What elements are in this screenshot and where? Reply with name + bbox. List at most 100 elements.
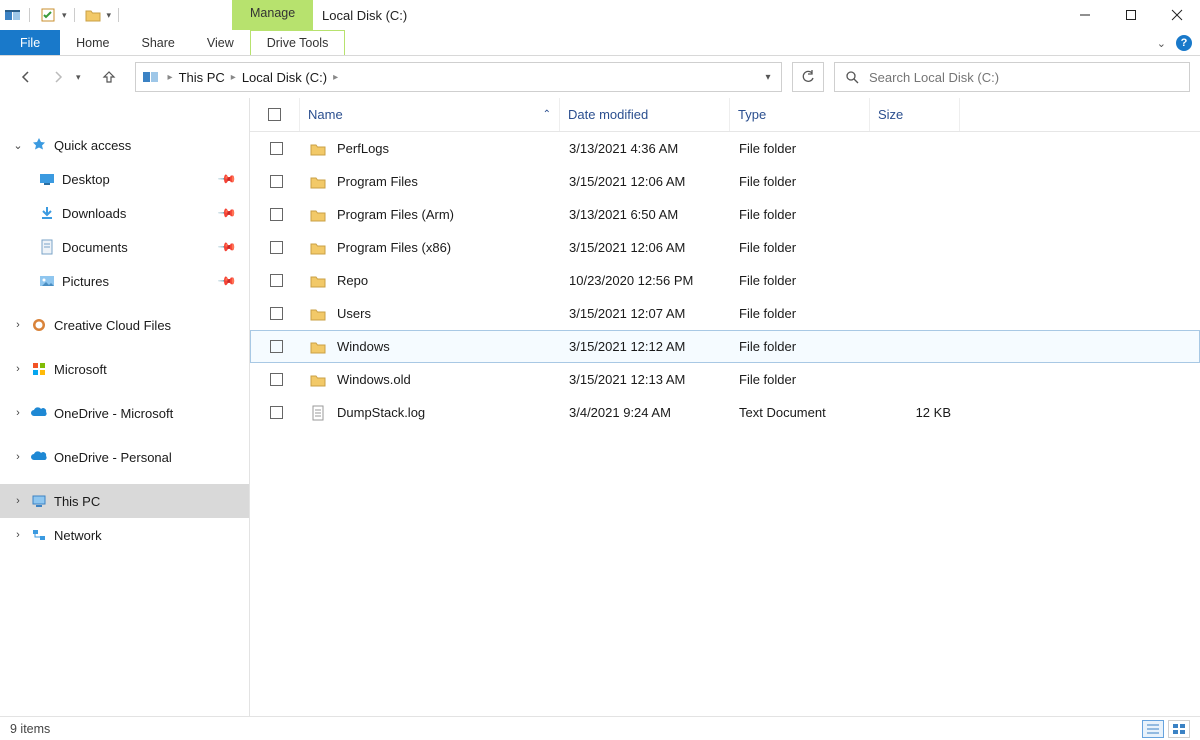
separator [74,8,75,22]
chevron-down-icon[interactable]: ▾ [62,10,67,21]
row-checkbox[interactable] [270,340,283,353]
address-bar[interactable]: ▸ This PC ▸ Local Disk (C:) ▸ ▾ [135,62,782,92]
file-name: Program Files (Arm) [337,207,454,222]
breadcrumb-separator[interactable]: ▸ [331,72,340,83]
row-checkbox[interactable] [270,373,283,386]
row-checkbox[interactable] [270,142,283,155]
file-type: File folder [731,207,871,222]
minimize-button[interactable] [1062,0,1108,30]
pc-icon [30,494,48,508]
search-input[interactable] [869,70,1189,85]
onedrive-icon [30,451,48,463]
manage-contextual-tab[interactable]: Manage [232,0,313,30]
column-date[interactable]: Date modified [560,98,730,131]
chevron-down-icon[interactable]: ▾ [107,10,112,21]
search-box[interactable] [834,62,1190,92]
chevron-down-icon[interactable]: ⌄ [12,139,24,152]
tree-quick-access[interactable]: ⌄ Quick access [0,128,249,162]
chevron-right-icon[interactable]: › [12,529,24,541]
tree-label: Desktop [62,172,110,187]
file-date: 3/15/2021 12:06 AM [561,240,731,255]
app-icon [4,6,22,24]
breadcrumb-localdisk[interactable]: Local Disk (C:) [238,70,331,85]
tree-item-pictures[interactable]: Pictures📌 [0,264,249,298]
table-row[interactable]: Program Files (Arm) 3/13/2021 6:50 AMFile… [250,198,1200,231]
tree-item-this-pc[interactable]: ›This PC [0,484,249,518]
chevron-right-icon[interactable]: › [12,363,24,375]
up-button[interactable] [95,63,123,91]
table-row[interactable]: Program Files (x86)3/15/2021 12:06 AMFil… [250,231,1200,264]
ribbon-tab-view[interactable]: View [191,30,250,55]
ribbon-tab-share[interactable]: Share [126,30,191,55]
folder-icon [309,206,327,224]
table-row[interactable]: Windows3/15/2021 12:12 AMFile folder [250,330,1200,363]
file-type: File folder [731,141,871,156]
row-checkbox[interactable] [270,274,283,287]
view-details-button[interactable] [1142,720,1164,738]
table-row[interactable]: Windows.old3/15/2021 12:13 AMFile folder [250,363,1200,396]
qat-newfolder-button[interactable] [82,4,104,26]
star-icon [30,137,48,153]
tree-item-documents[interactable]: Documents📌 [0,230,249,264]
file-name: Users [337,306,371,321]
chevron-right-icon[interactable]: › [12,451,24,463]
tree-item-downloads[interactable]: Downloads📌 [0,196,249,230]
ribbon-tab-home[interactable]: Home [60,30,125,55]
row-checkbox[interactable] [270,208,283,221]
refresh-button[interactable] [792,62,824,92]
file-date: 3/4/2021 9:24 AM [561,405,731,420]
breadcrumb-thispc[interactable]: This PC [175,70,229,85]
column-name[interactable]: Name ⌃ [300,98,560,131]
file-date: 3/13/2021 6:50 AM [561,207,731,222]
tree-item-microsoft[interactable]: ›Microsoft [0,352,249,386]
status-bar: 9 items [0,716,1200,740]
expand-ribbon-icon[interactable]: ⌄ [1157,37,1166,50]
ribbon-tab-drivetools[interactable]: Drive Tools [250,30,346,55]
maximize-button[interactable] [1108,0,1154,30]
chevron-right-icon[interactable]: › [12,319,24,331]
file-name: Windows.old [337,372,411,387]
column-checkbox[interactable] [250,98,300,131]
pin-icon: 📌 [217,237,237,257]
row-checkbox[interactable] [270,241,283,254]
row-checkbox[interactable] [270,307,283,320]
column-type[interactable]: Type [730,98,870,131]
file-name: PerfLogs [337,141,389,156]
row-checkbox[interactable] [270,175,283,188]
table-row[interactable]: Users3/15/2021 12:07 AMFile folder [250,297,1200,330]
folder-icon [309,305,327,323]
tree-item-onedrive-personal[interactable]: ›OneDrive - Personal [0,440,249,474]
tree-item-desktop[interactable]: Desktop📌 [0,162,249,196]
view-thumbnails-button[interactable] [1168,720,1190,738]
file-name: Repo [337,273,368,288]
folder-icon [309,338,327,356]
chevron-right-icon[interactable]: › [12,407,24,419]
tree-label: OneDrive - Microsoft [54,406,173,421]
back-button[interactable] [12,63,40,91]
address-dropdown[interactable]: ▾ [755,63,781,91]
folder-icon [309,140,327,158]
ribbon: File Home Share View Drive Tools ⌄ ? [0,30,1200,56]
tree-item-onedrive-microsoft[interactable]: › OneDrive - Microsoft [0,396,249,430]
main-area: ⌄ Quick access Desktop📌Downloads📌Documen… [0,98,1200,716]
file-date: 10/23/2020 12:56 PM [561,273,731,288]
help-button[interactable]: ? [1176,35,1192,51]
navigation-pane[interactable]: ⌄ Quick access Desktop📌Downloads📌Documen… [0,98,250,716]
breadcrumb-separator[interactable]: ▸ [229,72,238,83]
tree-item-network[interactable]: ›Network [0,518,249,552]
table-row[interactable]: Repo10/23/2020 12:56 PMFile folder [250,264,1200,297]
recent-dropdown[interactable]: ▾ [76,72,81,83]
table-row[interactable]: DumpStack.log3/4/2021 9:24 AMText Docume… [250,396,1200,429]
column-size[interactable]: Size [870,98,960,131]
table-row[interactable]: PerfLogs3/13/2021 4:36 AMFile folder [250,132,1200,165]
row-checkbox[interactable] [270,406,283,419]
qat-properties-button[interactable] [37,4,59,26]
chevron-right-icon[interactable]: › [12,495,24,507]
breadcrumb-separator[interactable]: ▸ [166,72,175,83]
tree-item-creative-cloud-files[interactable]: ›Creative Cloud Files [0,308,249,342]
table-row[interactable]: Program Files3/15/2021 12:06 AMFile fold… [250,165,1200,198]
forward-button[interactable] [44,63,72,91]
onedrive-icon [30,407,48,419]
ribbon-tab-file[interactable]: File [0,30,60,55]
close-button[interactable] [1154,0,1200,30]
